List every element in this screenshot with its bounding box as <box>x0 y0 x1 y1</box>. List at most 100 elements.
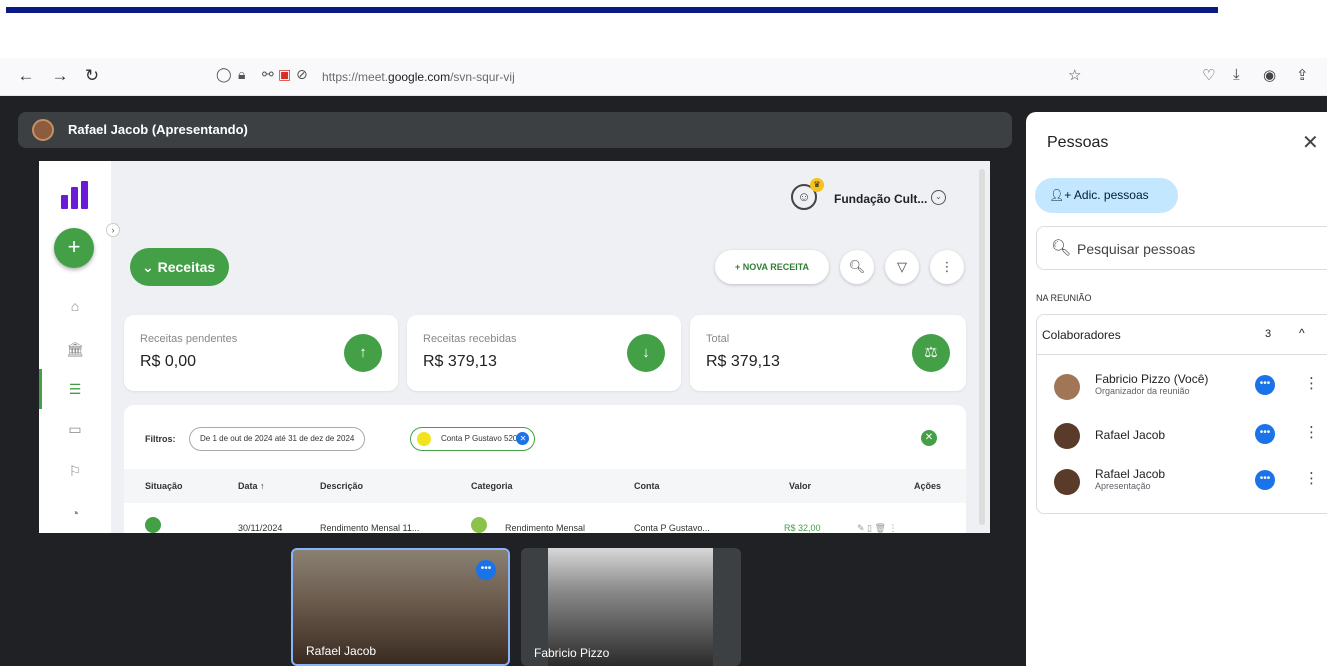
sidebar-active-indicator <box>39 369 42 409</box>
org-name[interactable]: Fundação Cult... <box>834 192 927 206</box>
search-icon: 🔍︎ <box>1051 240 1072 257</box>
more-options-icon[interactable]: ••• <box>1255 375 1275 395</box>
person-subtitle: Apresentação <box>1095 481 1151 491</box>
card-label: Receitas pendentes <box>140 333 238 345</box>
sidebar-collapse-button[interactable]: › <box>106 223 120 237</box>
row-actions-icons[interactable]: ✎ ▯ 🗑︎ ⋮ <box>857 523 897 533</box>
category-icon <box>471 517 487 533</box>
lock-icon[interactable]: 🔒︎ <box>238 66 245 83</box>
list-item[interactable]: Rafael Jacob Apresentação ••• ⋮ <box>1037 458 1327 502</box>
forward-icon[interactable]: → <box>48 64 72 88</box>
account-icon[interactable]: ◉ <box>1263 66 1276 84</box>
list-icon[interactable]: ☰ <box>65 379 85 399</box>
kebab-menu-icon[interactable]: ⋮ <box>1304 374 1319 392</box>
app-logo <box>61 181 91 209</box>
person-name: Fabricio Pizzo (Você) <box>1095 372 1209 386</box>
card-value: R$ 0,00 <box>140 353 197 370</box>
add-fab-button[interactable]: + <box>54 228 94 268</box>
video-tile-rafael[interactable]: ••• Rafael Jacob <box>291 548 510 666</box>
bookmark-star-icon[interactable]: ☆ <box>1068 66 1081 84</box>
top-blue-line <box>6 7 1218 13</box>
card-pending[interactable]: Receitas pendentes R$ 0,00 ↑ <box>124 315 398 391</box>
group-header[interactable]: Colaboradores 3 ^ <box>1037 315 1327 355</box>
avatar <box>1054 423 1080 449</box>
cell-account: Conta P Gustavo... <box>634 523 710 533</box>
arrow-up-icon: ↑ <box>344 334 382 372</box>
tile-name: Rafael Jacob <box>306 644 377 658</box>
chart-icon[interactable]: ◔ <box>65 503 85 523</box>
th-categoria[interactable]: Categoria <box>471 481 513 491</box>
scale-icon: ⚖︎ <box>912 334 950 372</box>
search-placeholder: Pesquisar pessoas <box>1077 241 1196 257</box>
back-icon[interactable]: ← <box>14 64 38 88</box>
presenter-bar: Rafael Jacob (Apresentando) <box>18 112 1012 148</box>
kebab-menu-icon[interactable]: ⋮ <box>1304 469 1319 487</box>
list-item[interactable]: Rafael Jacob ••• ⋮ <box>1037 412 1327 456</box>
shared-screen-app[interactable]: + › ⌂ 🏛︎ ☰ ▭ ⚐ ◔ ☺ ♛ Fundação Cult... ⌄ … <box>39 161 990 533</box>
avatar <box>1054 469 1080 495</box>
receitas-dropdown-button[interactable]: ⌄ Receitas <box>130 248 229 286</box>
search-people-input[interactable]: 🔍︎ Pesquisar pessoas <box>1036 226 1327 270</box>
clear-filters-icon[interactable]: ✕ <box>921 430 937 446</box>
card-label: Receitas recebidas <box>423 333 517 345</box>
wallet-icon[interactable]: ▭ <box>65 419 85 439</box>
download-icon[interactable]: ⤓ <box>1233 66 1240 83</box>
person-subtitle: Organizador da reunião <box>1095 386 1190 396</box>
th-data[interactable]: Data ↑ <box>238 481 265 491</box>
person-name: Rafael Jacob <box>1095 467 1166 481</box>
share-icon[interactable]: ⇪ <box>1296 66 1309 84</box>
date-filter-chip[interactable]: De 1 de out de 2024 até 31 de dez de 202… <box>189 427 366 451</box>
mic-off-icon[interactable]: ⊘ <box>296 66 308 83</box>
filters-and-table: Filtros: De 1 de out de 2024 até 31 de d… <box>124 405 966 533</box>
person-name: Rafael Jacob <box>1095 428 1166 442</box>
permissions-icon[interactable]: ⚯ <box>262 66 274 83</box>
filter-icon[interactable]: ▽ <box>885 250 919 284</box>
more-options-icon[interactable]: ••• <box>1255 470 1275 490</box>
url-text[interactable]: https://meet.google.com/svn-squr-vij <box>322 70 515 84</box>
presenter-avatar <box>32 119 54 141</box>
meet-stage: Rafael Jacob (Apresentando) + › ⌂ 🏛︎ ☰ ▭… <box>0 96 1327 666</box>
app-scrollbar[interactable] <box>979 169 985 525</box>
chevron-up-icon[interactable]: ^ <box>1299 326 1305 340</box>
flag-icon[interactable]: ⚐ <box>65 461 85 481</box>
group-title: Colaboradores <box>1042 328 1121 342</box>
add-people-button[interactable]: 👤︎+ Adic. pessoas <box>1035 178 1178 213</box>
presenter-label: Rafael Jacob (Apresentando) <box>68 122 248 137</box>
org-chevron-icon[interactable]: ⌄ <box>931 190 946 205</box>
panel-title: Pessoas <box>1047 134 1109 151</box>
home-icon[interactable]: ⌂ <box>65 296 85 316</box>
account-filter-chip[interactable]: Conta P Gustavo 520-9 ✕ <box>410 427 536 451</box>
nova-receita-button[interactable]: + NOVA RECEITA <box>715 250 829 284</box>
kebab-menu-icon[interactable]: ⋮ <box>1304 423 1319 441</box>
card-value: R$ 379,13 <box>423 353 497 370</box>
th-valor[interactable]: Valor <box>789 481 811 491</box>
more-options-icon[interactable]: ••• <box>1255 424 1275 444</box>
card-value: R$ 379,13 <box>706 353 780 370</box>
shield-icon[interactable]: ◯ <box>216 66 232 83</box>
tile-name: Fabricio Pizzo <box>534 646 610 660</box>
th-conta[interactable]: Conta <box>634 481 660 491</box>
arrow-down-icon: ↓ <box>627 334 665 372</box>
search-icon[interactable]: 🔍︎ <box>840 250 874 284</box>
table-header: Situação Data ↑ Descrição Categoria Cont… <box>124 469 966 503</box>
th-descricao[interactable]: Descrição <box>320 481 363 491</box>
close-icon[interactable]: ✕ <box>1302 130 1319 155</box>
tile-more-icon[interactable]: ••• <box>476 560 496 580</box>
top-decoration <box>0 0 1327 56</box>
card-total[interactable]: Total R$ 379,13 ⚖︎ <box>690 315 966 391</box>
url-bar[interactable]: ◯ 🔒︎ ⚯ ▣ ⊘ https://meet.google.com/svn-s… <box>208 64 1108 90</box>
remove-filter-icon[interactable]: ✕ <box>516 432 530 445</box>
filters-label: Filtros: <box>145 434 176 444</box>
list-item[interactable]: Fabricio Pizzo (Você) Organizador da reu… <box>1037 363 1327 407</box>
cell-category: Rendimento Mensal <box>505 523 586 533</box>
pocket-icon[interactable]: ♡ <box>1202 66 1215 84</box>
app-sidebar: + › ⌂ 🏛︎ ☰ ▭ ⚐ ◔ <box>39 161 120 533</box>
bank-icon[interactable]: 🏛︎ <box>65 339 85 359</box>
card-received[interactable]: Receitas recebidas R$ 379,13 ↓ <box>407 315 681 391</box>
more-vert-icon[interactable]: ⋮ <box>930 250 964 284</box>
video-tile-fabricio[interactable]: Fabricio Pizzo <box>521 548 741 666</box>
camera-icon[interactable]: ▣ <box>278 66 291 83</box>
collaborators-group: Colaboradores 3 ^ Fabricio Pizzo (Você) … <box>1036 314 1327 514</box>
reload-icon[interactable]: ↻ <box>80 64 104 88</box>
th-situacao[interactable]: Situação <box>145 481 183 491</box>
